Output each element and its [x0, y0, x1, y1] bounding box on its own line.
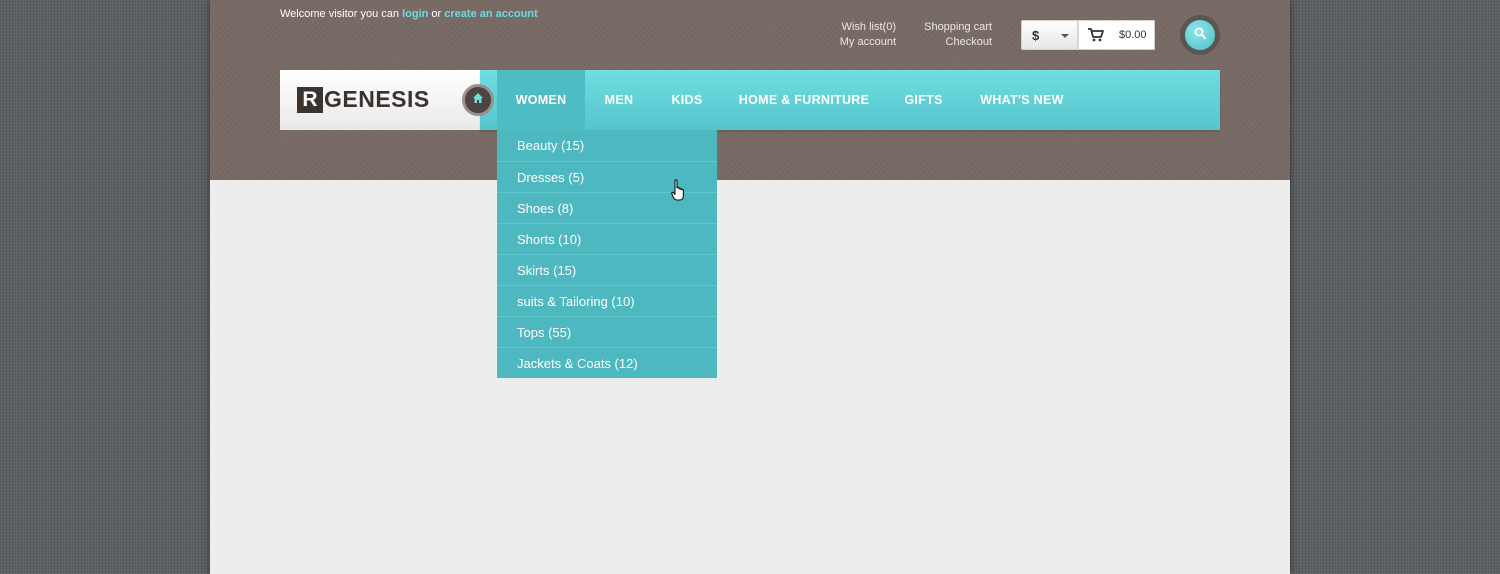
welcome-bar: Welcome visitor you can login or create … — [280, 8, 538, 20]
currency-selector[interactable]: $ — [1021, 20, 1078, 50]
nav-men[interactable]: Men — [596, 70, 642, 130]
logo-mark: R — [297, 87, 323, 113]
search-icon — [1194, 26, 1206, 44]
menu-item-beauty[interactable]: Beauty (15) — [497, 130, 717, 161]
nav-whats-new[interactable]: What's New — [976, 70, 1068, 130]
nav-gifts[interactable]: Gifts — [900, 70, 947, 130]
checkout-link[interactable]: Checkout — [910, 35, 992, 50]
logo-text: GENESIS — [324, 86, 430, 112]
nav-home-furniture[interactable]: Home & Furniture — [737, 70, 871, 130]
home-button[interactable] — [462, 84, 494, 116]
login-link[interactable]: login — [402, 8, 428, 20]
cart-icon — [1087, 28, 1105, 45]
hand-cursor-icon — [671, 179, 685, 208]
create-account-link[interactable]: create an account — [444, 8, 538, 20]
menu-item-skirts[interactable]: Skirts (15) — [497, 254, 717, 285]
currency-value: $ — [1032, 28, 1040, 43]
menu-item-shorts[interactable]: Shorts (10) — [497, 223, 717, 254]
chevron-down-icon — [1061, 34, 1069, 38]
page-container: Welcome visitor you can login or create … — [210, 0, 1290, 574]
nav-kids[interactable]: Kids — [666, 70, 708, 130]
mini-cart[interactable]: $0.00 — [1078, 20, 1155, 50]
my-account-link[interactable]: My account — [820, 35, 896, 50]
shopping-cart-link[interactable]: Shopping cart — [910, 20, 992, 35]
header-band: Welcome visitor you can login or create … — [210, 0, 1290, 180]
menu-item-suits-tailoring[interactable]: suits & Tailoring (10) — [497, 285, 717, 316]
nav-women[interactable]: Women — [497, 70, 585, 130]
menu-item-jackets-coats[interactable]: Jackets & Coats (12) — [497, 347, 717, 378]
women-dropdown-menu: Beauty (15) Dresses (5) Shoes (8) Shorts… — [497, 130, 717, 378]
or-text: or — [431, 8, 442, 20]
account-links: Wish list(0) My account — [820, 20, 896, 50]
cart-total: $0.00 — [1119, 29, 1147, 41]
welcome-text: Welcome visitor you can — [280, 8, 400, 20]
cart-links: Shopping cart Checkout — [910, 20, 992, 50]
menu-item-tops[interactable]: Tops (55) — [497, 316, 717, 347]
logo[interactable]: R GENESIS — [280, 70, 480, 130]
search-button[interactable] — [1180, 15, 1220, 55]
wishlist-link[interactable]: Wish list(0) — [820, 20, 896, 35]
home-icon — [472, 91, 484, 109]
